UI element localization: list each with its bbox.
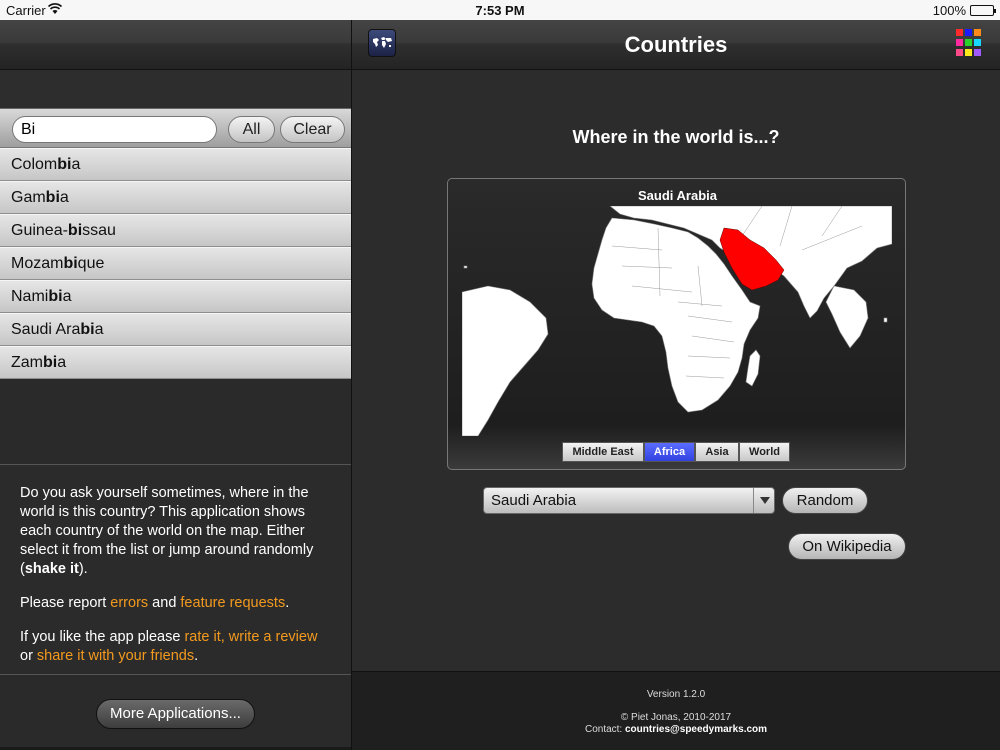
country-item-namibia[interactable]: Namibia bbox=[0, 280, 351, 313]
country-name-match: bi bbox=[67, 222, 83, 239]
about-text: Do you ask yourself sometimes, where in … bbox=[0, 465, 351, 675]
map-view[interactable]: Saudi Arabia Middle East Africa Asia Wor… bbox=[447, 178, 906, 470]
country-name-match: bi bbox=[45, 189, 60, 206]
grid-cell bbox=[965, 39, 972, 46]
country-name-match: bi bbox=[43, 354, 58, 371]
country-name-match: bi bbox=[48, 288, 63, 305]
more-applications-button[interactable]: More Applications... bbox=[96, 699, 255, 729]
errors-link[interactable]: errors bbox=[110, 595, 148, 611]
grid-cell bbox=[965, 29, 972, 36]
status-bar: Carrier 7:53 PM 100% bbox=[0, 0, 1000, 20]
contact-label: Contact: bbox=[584, 724, 625, 735]
grid-cell bbox=[956, 39, 963, 46]
country-item-saudi-arabia[interactable]: Saudi Arabia bbox=[0, 313, 351, 346]
right-panel: Countries Where in the world is...? Saud… bbox=[352, 20, 1000, 750]
battery-percent: 100% bbox=[932, 3, 966, 18]
country-name-prefix: Colom bbox=[11, 156, 58, 173]
question-heading: Where in the world is...? bbox=[572, 127, 780, 147]
left-gap bbox=[0, 70, 351, 108]
list-empty-area bbox=[0, 381, 351, 465]
grid-cell bbox=[956, 49, 963, 56]
country-name-suffix: a bbox=[94, 321, 104, 338]
country-item-gambia[interactable]: Gambia bbox=[0, 181, 351, 214]
grid-cell bbox=[965, 49, 972, 56]
country-name-match: bi bbox=[80, 321, 95, 338]
shake-it-text: shake it bbox=[24, 561, 79, 577]
left-panel: All Clear Colombia Gambia Guinea-bissau … bbox=[0, 20, 351, 750]
country-name-prefix: Gam bbox=[11, 189, 46, 206]
report-end: . bbox=[285, 595, 290, 611]
country-name-suffix: a bbox=[57, 354, 67, 371]
copyright-label: © Piet Jonas, 2010-2017 bbox=[620, 712, 732, 723]
clock: 7:53 PM bbox=[475, 3, 525, 18]
country-name-prefix: Zam bbox=[11, 354, 43, 371]
region-tab-middle-east[interactable]: Middle East bbox=[562, 442, 644, 462]
search-bar: All Clear bbox=[0, 108, 351, 148]
country-name-prefix: Nami bbox=[11, 288, 49, 305]
region-tab-world[interactable]: World bbox=[739, 442, 790, 462]
chevron-down-icon[interactable] bbox=[753, 488, 774, 513]
contact-email-link[interactable]: countries@speedymarks.com bbox=[625, 724, 767, 735]
world-map bbox=[462, 206, 892, 436]
country-name-suffix: a bbox=[71, 156, 81, 173]
country-name-suffix: que bbox=[77, 255, 105, 272]
report-and-text: and bbox=[148, 595, 181, 611]
country-selector-value: Saudi Arabia bbox=[491, 492, 577, 509]
country-item-colombia[interactable]: Colombia bbox=[0, 148, 351, 181]
feature-requests-link[interactable]: feature requests bbox=[180, 595, 285, 611]
madagascar-shape bbox=[745, 349, 761, 387]
country-item-zambia[interactable]: Zambia bbox=[0, 346, 351, 379]
rate-or-text: or bbox=[20, 648, 37, 664]
about-paragraph-rate: If you like the app please rate it, writ… bbox=[20, 628, 331, 666]
color-grid-icon[interactable] bbox=[955, 28, 983, 58]
version-label: Version 1.2.0 bbox=[646, 689, 706, 700]
all-button[interactable]: All bbox=[228, 116, 275, 143]
country-name-prefix: Saudi Ara bbox=[11, 321, 81, 338]
grid-cell bbox=[974, 29, 981, 36]
search-input[interactable] bbox=[12, 116, 217, 143]
country-name-suffix: a bbox=[62, 288, 72, 305]
about-paragraph-intro: Do you ask yourself sometimes, where in … bbox=[20, 484, 331, 579]
country-list: Colombia Gambia Guinea-bissau Mozambique… bbox=[0, 148, 351, 379]
page-title: Countries bbox=[624, 32, 728, 57]
region-tab-asia[interactable]: Asia bbox=[695, 442, 739, 462]
country-name-suffix: a bbox=[59, 189, 69, 206]
random-button[interactable]: Random bbox=[782, 487, 868, 514]
grid-cell bbox=[956, 29, 963, 36]
main-toolbar: Countries bbox=[352, 20, 1000, 70]
rate-review-link[interactable]: rate it, write a review bbox=[184, 629, 317, 645]
rate-end: . bbox=[194, 648, 199, 664]
south-america-shape bbox=[462, 285, 549, 436]
rate-text: If you like the app please bbox=[20, 629, 185, 645]
country-name-match: bi bbox=[63, 255, 78, 272]
clear-button[interactable]: Clear bbox=[280, 116, 345, 143]
country-name-prefix: Guinea- bbox=[11, 222, 68, 239]
footer: Version 1.2.0 © Piet Jonas, 2010-2017 Co… bbox=[352, 671, 1000, 750]
wikipedia-button[interactable]: On Wikipedia bbox=[788, 533, 906, 560]
country-name-match: bi bbox=[57, 156, 72, 173]
country-item-guinea-bissau[interactable]: Guinea-bissau bbox=[0, 214, 351, 247]
share-friends-link[interactable]: share it with your friends bbox=[37, 648, 194, 664]
grid-cell bbox=[974, 49, 981, 56]
india-shape bbox=[825, 285, 869, 349]
left-toolbar bbox=[0, 20, 351, 70]
island-shape bbox=[463, 265, 468, 269]
battery-icon bbox=[970, 5, 996, 16]
region-tab-africa[interactable]: Africa bbox=[644, 442, 695, 462]
landmass bbox=[462, 206, 892, 436]
about-paragraph-report: Please report errors and feature request… bbox=[20, 594, 331, 613]
grid-cell bbox=[974, 39, 981, 46]
report-text: Please report bbox=[20, 595, 111, 611]
island-shape bbox=[883, 317, 888, 323]
map-country-label: Saudi Arabia bbox=[638, 188, 717, 203]
contact-line: Contact: countries@speedymarks.com bbox=[352, 724, 1000, 735]
country-name-suffix: ssau bbox=[82, 222, 116, 239]
country-selector[interactable]: Saudi Arabia bbox=[483, 487, 775, 514]
country-item-mozambique[interactable]: Mozambique bbox=[0, 247, 351, 280]
about-intro-end: ). bbox=[78, 561, 88, 577]
country-name-prefix: Mozam bbox=[11, 255, 64, 272]
